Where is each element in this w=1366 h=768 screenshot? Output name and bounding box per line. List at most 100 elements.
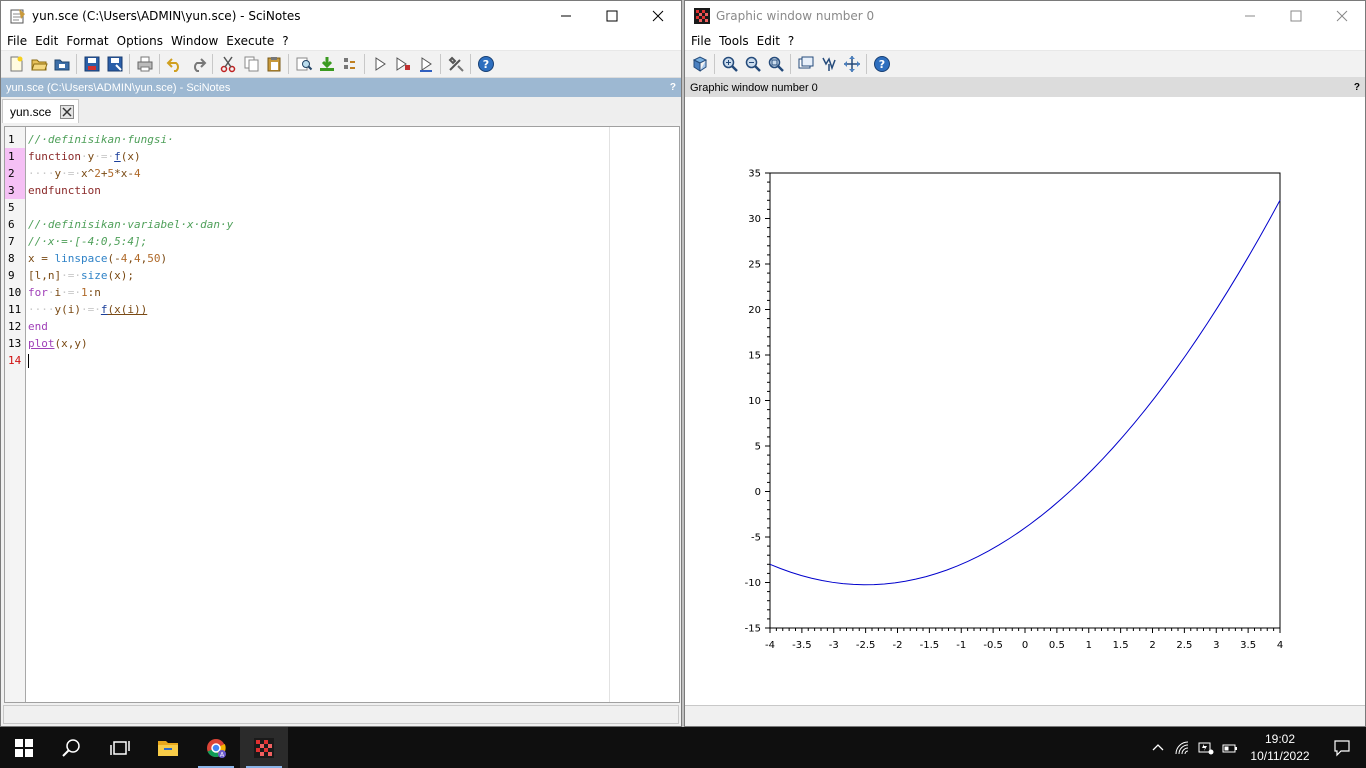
copy-icon	[244, 56, 258, 72]
x-tick-label: -3.5	[792, 640, 812, 651]
toolbar-separator	[288, 54, 289, 74]
code-token: size	[81, 269, 108, 282]
show-hidden-icons-button[interactable]	[1146, 727, 1170, 768]
scinotes-docbar: yun.sce (C:\Users\ADMIN\yun.sce) - SciNo…	[1, 78, 681, 97]
menu-help[interactable]: ?	[784, 34, 798, 48]
clock[interactable]: 19:02 10/11/2022	[1242, 731, 1318, 765]
network-button[interactable]	[1170, 727, 1194, 768]
battery-saver-button[interactable]	[1194, 727, 1218, 768]
undo-button[interactable]	[164, 53, 186, 75]
pan-button[interactable]	[841, 53, 863, 75]
menu-file[interactable]: File	[687, 34, 715, 48]
datatip-button[interactable]	[795, 53, 817, 75]
graphic-titlebar[interactable]: Graphic window number 0	[685, 1, 1365, 31]
plot-svg: -4 -3.5 -3 -2.5 -2 -1.5 -1 -0.5 0 0.5 1 1.5 2 2.5 3 3.5…	[745, 169, 1284, 652]
open-folder-button[interactable]	[51, 53, 73, 75]
new-file-button[interactable]	[5, 53, 27, 75]
file-explorer-button[interactable]	[144, 727, 192, 768]
start-button[interactable]	[0, 727, 48, 768]
code-line: endfunction	[28, 182, 101, 199]
paste-button[interactable]	[263, 53, 285, 75]
menu-execute[interactable]: Execute	[222, 34, 278, 48]
minimize-button[interactable]	[1227, 1, 1273, 31]
menu-tools[interactable]: Tools	[715, 34, 753, 48]
chrome-button[interactable]: A	[192, 727, 240, 768]
cut-button[interactable]	[217, 53, 239, 75]
load-execute-button[interactable]	[316, 53, 338, 75]
code-token: x	[28, 252, 35, 265]
save-button[interactable]	[81, 53, 103, 75]
code-line: ····y(i)·=·f(x(i))	[28, 301, 147, 318]
task-view-button[interactable]	[96, 727, 144, 768]
graphic-window-title: Graphic window number 0	[716, 9, 875, 23]
run-to-button[interactable]	[392, 53, 414, 75]
zoom-in-button[interactable]	[719, 53, 741, 75]
tab-close-button[interactable]	[60, 104, 75, 119]
code-token: ····	[28, 303, 55, 316]
settings-button[interactable]	[445, 53, 467, 75]
tab-yun-sce[interactable]: yun.sce	[2, 99, 80, 123]
maximize-button[interactable]	[1273, 1, 1319, 31]
code-token: ·	[80, 150, 88, 163]
graphic-docbar-title: Graphic window number 0	[690, 81, 818, 94]
scinotes-titlebar[interactable]: yun.sce (C:\Users\ADMIN\yun.sce) - SciNo…	[1, 1, 681, 31]
save-as-button[interactable]	[104, 53, 126, 75]
code-token: ·=·	[94, 150, 115, 163]
graphic-docbar-help[interactable]: ?	[1354, 82, 1360, 93]
code-area[interactable]: //·definisikan·fungsi· function·y·=·f(x) ·…	[28, 127, 679, 702]
maximize-button[interactable]	[589, 1, 635, 31]
code-token: (x)	[120, 150, 141, 163]
run-from-button[interactable]	[415, 53, 437, 75]
code-token: (x(i))	[107, 303, 148, 316]
x-tick-label: 0	[1022, 640, 1028, 651]
code-editor[interactable]: 1 1 2 3 5 6 7 8 9 10 11 12 13 14 //·definisikan·fungs…	[4, 126, 680, 703]
help-button[interactable]: ?	[871, 53, 893, 75]
open-folder-icon	[54, 59, 69, 71]
save-icon	[84, 56, 99, 72]
execute-button[interactable]	[339, 53, 361, 75]
minimize-button[interactable]	[543, 1, 589, 31]
zoom-fit-button[interactable]	[765, 53, 787, 75]
scinotes-statusbar	[3, 705, 679, 724]
plot-canvas[interactable]: -4 -3.5 -3 -2.5 -2 -1.5 -1 -0.5 0 0.5 1 1.5 2 2.5 3 3.5…	[685, 97, 1365, 706]
search-button[interactable]	[48, 727, 96, 768]
copy-button[interactable]	[240, 53, 262, 75]
find-icon	[296, 57, 312, 71]
close-button[interactable]	[1319, 1, 1365, 31]
menu-format[interactable]: Format	[62, 34, 112, 48]
code-token: *x-	[114, 167, 134, 180]
run-button[interactable]	[369, 53, 391, 75]
scilab-taskbar-button[interactable]	[240, 727, 288, 768]
redo-button[interactable]	[187, 53, 209, 75]
start-icon	[15, 738, 33, 757]
edit-curve-button[interactable]	[818, 53, 840, 75]
print-button[interactable]	[134, 53, 156, 75]
code-line: [l,n]·=·size(x);	[28, 267, 134, 284]
save-as-icon	[107, 56, 122, 72]
print-icon	[137, 56, 152, 72]
menu-edit[interactable]: Edit	[753, 34, 784, 48]
x-tick-label: -1.5	[920, 640, 940, 651]
rotate-button[interactable]	[689, 53, 711, 75]
datatip-icon	[798, 56, 813, 69]
close-button[interactable]	[635, 1, 681, 31]
zoom-out-button[interactable]	[742, 53, 764, 75]
menu-help[interactable]: ?	[278, 34, 292, 48]
x-tick-label: 1.5	[1113, 640, 1129, 651]
open-file-button[interactable]	[28, 53, 50, 75]
scinotes-docbar-help[interactable]: ?	[670, 82, 676, 93]
code-token: //·definisikan·variabel·x·dan·y	[28, 218, 234, 231]
battery-button[interactable]	[1218, 727, 1242, 768]
help-button[interactable]: ?	[475, 53, 497, 75]
task-view-icon	[110, 740, 130, 755]
menu-window[interactable]: Window	[167, 34, 222, 48]
notification-center-button[interactable]	[1318, 727, 1366, 768]
find-button[interactable]	[293, 53, 315, 75]
series-line	[769, 200, 1281, 586]
plot-axes-box	[769, 172, 1281, 629]
menu-edit[interactable]: Edit	[31, 34, 62, 48]
x-tick-label: -2.5	[856, 640, 876, 651]
menu-file[interactable]: File	[3, 34, 31, 48]
code-line: //·definisikan·variabel·x·dan·y	[28, 216, 233, 233]
menu-options[interactable]: Options	[113, 34, 167, 48]
